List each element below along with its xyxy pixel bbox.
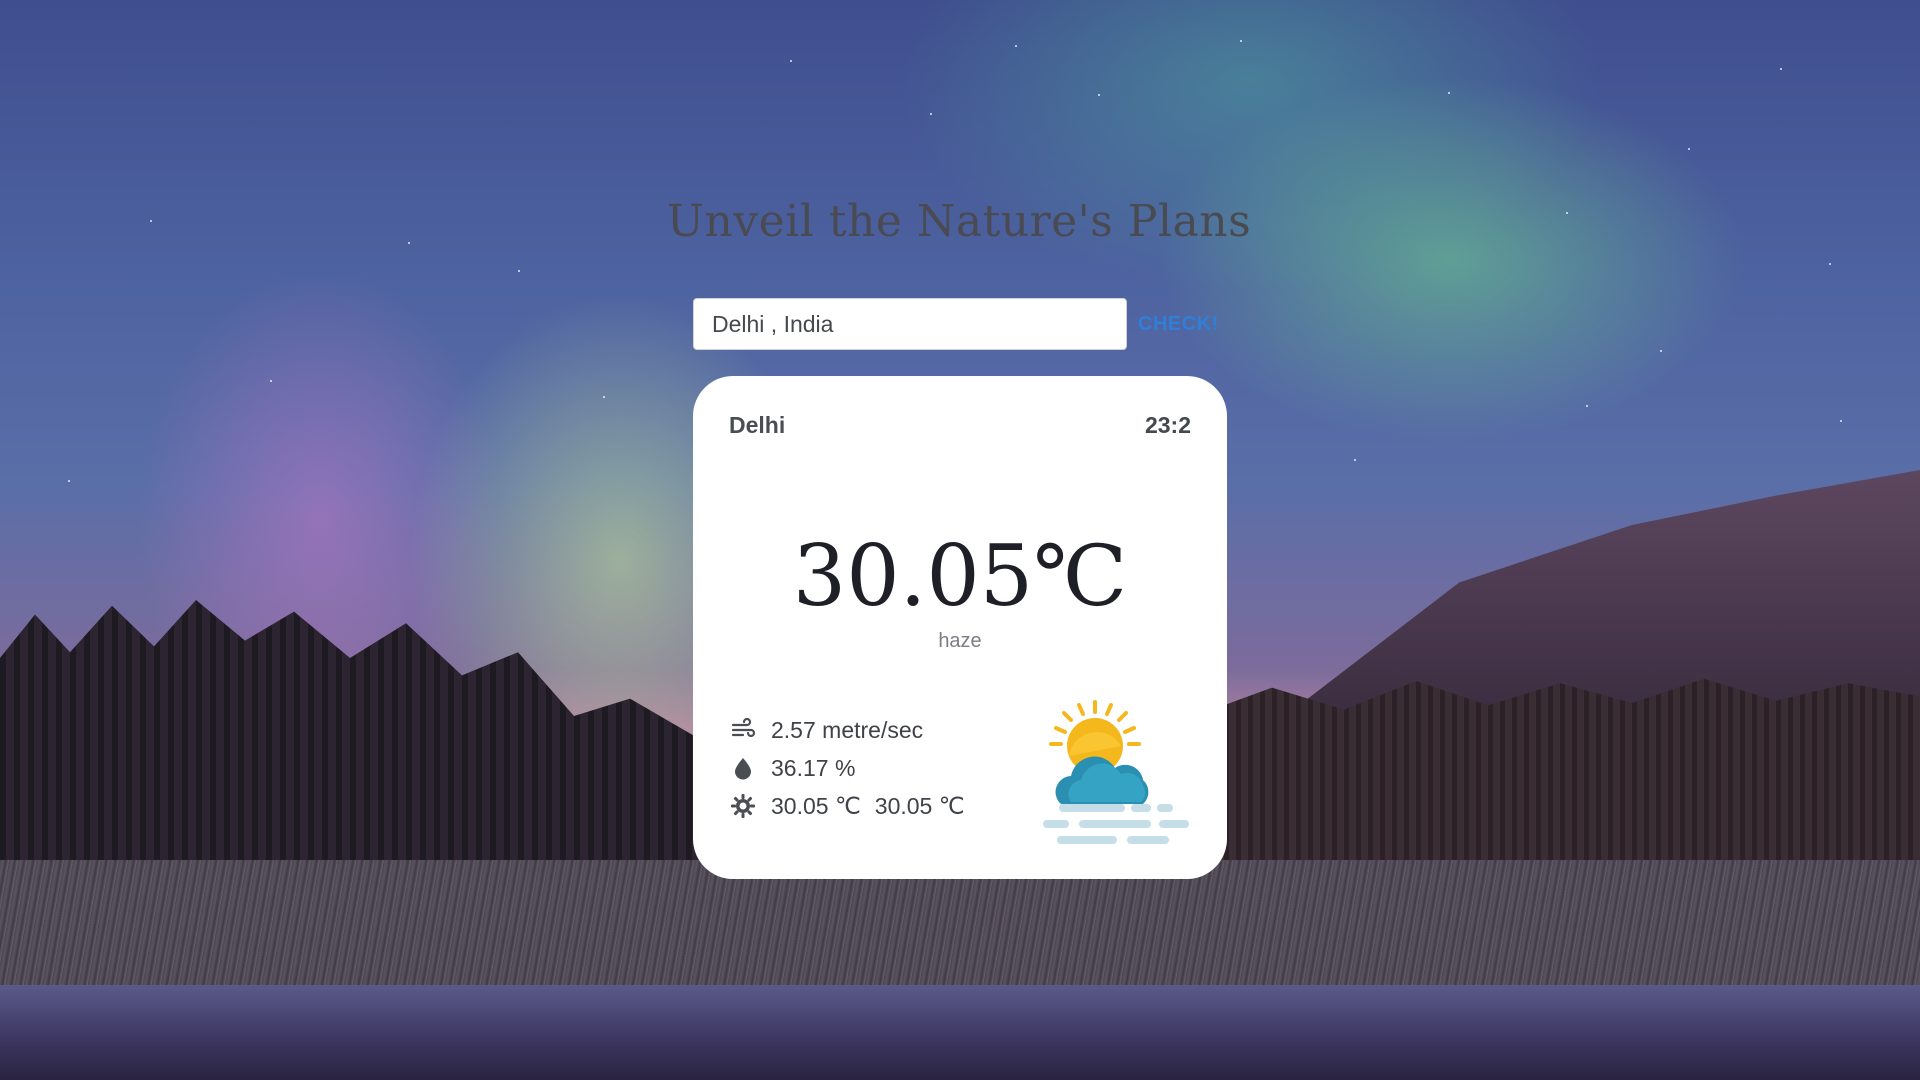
temp-min-value: 30.05 ℃ bbox=[771, 792, 861, 819]
temperature-range-row: 30.05 ℃ 30.05 ℃ bbox=[729, 789, 965, 823]
local-time: 23:2 bbox=[1144, 412, 1191, 438]
page-title-wrap: Unveil the Nature's Plans bbox=[0, 196, 1920, 247]
droplet-icon bbox=[729, 754, 757, 782]
city-search-input[interactable] bbox=[693, 298, 1127, 350]
wind-speed-row: 2.57 metre/sec bbox=[729, 713, 923, 747]
wind-speed-value: 2.57 metre/sec bbox=[771, 716, 924, 743]
current-temperature: 30.05℃ bbox=[792, 527, 1128, 625]
humidity-value: 36.17 % bbox=[771, 754, 856, 781]
city-name: Delhi bbox=[729, 412, 786, 438]
wind-icon bbox=[729, 716, 757, 744]
page-title: Unveil the Nature's Plans bbox=[666, 196, 1252, 247]
weather-description: haze bbox=[938, 630, 982, 652]
humidity-row: 36.17 % bbox=[729, 751, 855, 785]
sun-gear-icon bbox=[729, 792, 757, 820]
forest-right bbox=[1200, 678, 1920, 890]
weather-card: Delhi 23:2 30.05℃ haze 2.57 metre/sec 36… bbox=[693, 376, 1227, 879]
check-button[interactable]: CHECK! bbox=[1132, 298, 1232, 350]
lake-water bbox=[0, 985, 1920, 1080]
temp-max-value: 30.05 ℃ bbox=[874, 792, 965, 819]
sun-cloud-haze-icon bbox=[1037, 694, 1197, 854]
riverbank-gravel bbox=[0, 860, 1920, 990]
